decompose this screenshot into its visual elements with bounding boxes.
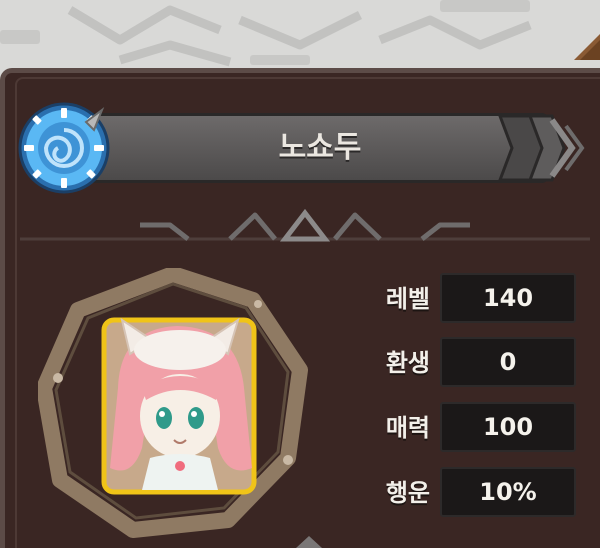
character-portrait — [38, 268, 308, 538]
stat-label-level: 레벨 — [385, 285, 430, 313]
stat-label-rebirth: 환생 — [385, 349, 430, 377]
corner-pin-icon — [574, 34, 600, 60]
stat-value-rebirth: 0 — [440, 337, 576, 387]
stat-value-luck: 10% — [440, 467, 576, 517]
ornament-divider — [20, 208, 590, 242]
stat-value-level: 140 — [440, 273, 576, 323]
stat-label-charm: 매력 — [385, 414, 430, 442]
bottom-ornament-icon — [296, 536, 322, 548]
swirl-emblem-icon — [18, 102, 110, 194]
stat-value-charm: 100 — [440, 402, 576, 452]
name-bar-arrow-icon — [497, 114, 585, 182]
stat-label-luck: 행운 — [385, 479, 430, 507]
character-name: 노쇼두 — [278, 130, 362, 165]
